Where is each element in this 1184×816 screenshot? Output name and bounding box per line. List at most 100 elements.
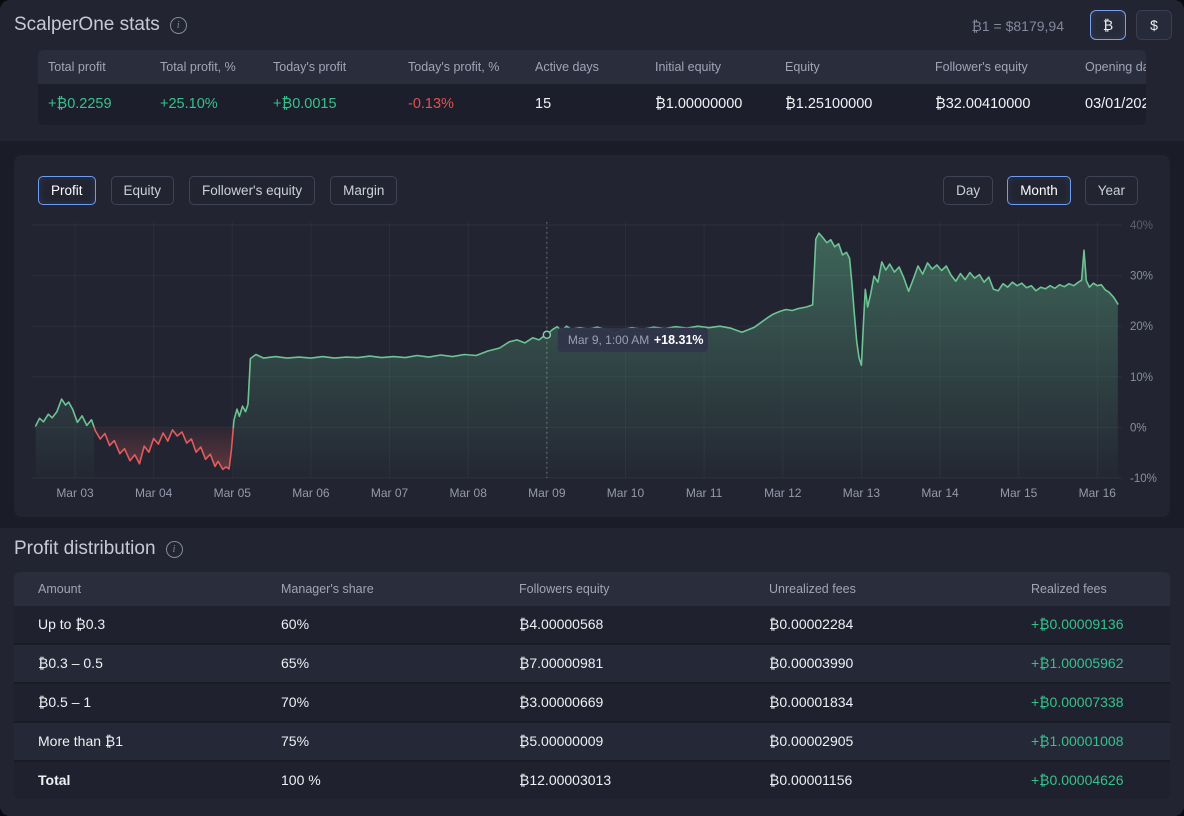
stats-table-header: Total profitTotal profit, % Today's profi… bbox=[38, 50, 1146, 84]
distribution-cell-realized: +₿0.00007338 bbox=[1031, 684, 1170, 721]
distribution-header-cell: Followers equity bbox=[519, 572, 769, 606]
distribution-header-cell: Realized fees bbox=[1031, 572, 1170, 606]
chart-tooltip: Mar 9, 1:00 AM+18.31% bbox=[558, 328, 708, 352]
distribution-row[interactable]: Up to ₿0.360%₿4.00000568₿0.00002284+₿0.0… bbox=[14, 606, 1170, 643]
svg-text:Mar 12: Mar 12 bbox=[764, 486, 802, 500]
distribution-cell-share: 65% bbox=[281, 645, 519, 682]
svg-text:30%: 30% bbox=[1130, 271, 1153, 283]
svg-text:Mar 10: Mar 10 bbox=[607, 486, 645, 500]
svg-text:Mar 14: Mar 14 bbox=[921, 486, 959, 500]
stats-table-values: +₿0.2259+25.10%+₿0.0015-0.13%15₿1.000000… bbox=[38, 84, 1146, 125]
tab-margin[interactable]: Margin bbox=[330, 176, 397, 205]
distribution-cell-followers: ₿5.00000009 bbox=[519, 723, 769, 760]
stats-header-cell: Total profit, % bbox=[150, 50, 263, 84]
distribution-cell-amount: Total bbox=[14, 762, 281, 799]
svg-text:40%: 40% bbox=[1130, 220, 1153, 232]
svg-text:Mar 09: Mar 09 bbox=[528, 486, 566, 500]
stats-value-cell: ₿32.00410000 bbox=[925, 84, 1075, 125]
svg-text:Mar 13: Mar 13 bbox=[843, 486, 881, 500]
svg-text:-10%: -10% bbox=[1130, 473, 1157, 485]
profit-chart-card: Profit Equity Follower's equity Margin Day M… bbox=[14, 155, 1170, 517]
svg-text:Mar 04: Mar 04 bbox=[135, 486, 173, 500]
distribution-cell-realized: +₿0.00009136 bbox=[1031, 606, 1170, 643]
svg-text:Mar 03: Mar 03 bbox=[56, 486, 94, 500]
distribution-title: Profit distribution bbox=[14, 538, 156, 560]
distribution-title-row: Profit distribution i bbox=[14, 538, 183, 560]
distribution-table-header: AmountManager's shareFollowers equityUnr… bbox=[14, 572, 1170, 606]
period-month[interactable]: Month bbox=[1007, 176, 1071, 205]
distribution-cell-unrealized: ₿0.00003990 bbox=[769, 645, 1031, 682]
distribution-cell-share: 70% bbox=[281, 684, 519, 721]
stats-header-cell: Total profit bbox=[38, 50, 150, 84]
distribution-cell-followers: ₿12.00003013 bbox=[519, 762, 769, 799]
svg-text:10%: 10% bbox=[1130, 372, 1153, 384]
tab-profit[interactable]: Profit bbox=[38, 176, 96, 205]
profit-line-chart[interactable]: 40% 30% 20% 10% 0% -10% Mar 03 Mar 04 Mar 05 Mar … bbox=[14, 210, 1170, 510]
stats-header-cell: Active days bbox=[525, 50, 645, 84]
page-title: ScalperOne stats bbox=[14, 14, 160, 36]
distribution-row[interactable]: Total100 %₿12.00003013₿0.00001156+₿0.000… bbox=[14, 760, 1170, 799]
distribution-cell-share: 100 % bbox=[281, 762, 519, 799]
stats-header-cell: Today's profit, % bbox=[398, 50, 525, 84]
svg-text:Mar 05: Mar 05 bbox=[214, 486, 252, 500]
page-title-row: ScalperOne stats i bbox=[14, 14, 187, 36]
distribution-cell-share: 60% bbox=[281, 606, 519, 643]
svg-text:20%: 20% bbox=[1130, 321, 1153, 333]
svg-text:Mar 11: Mar 11 bbox=[686, 486, 723, 500]
distribution-cell-unrealized: ₿0.00001156 bbox=[769, 762, 1031, 799]
distribution-cell-followers: ₿3.00000669 bbox=[519, 684, 769, 721]
info-icon[interactable]: i bbox=[166, 541, 183, 558]
distribution-cell-unrealized: ₿0.00001834 bbox=[769, 684, 1031, 721]
distribution-cell-unrealized: ₿0.00002284 bbox=[769, 606, 1031, 643]
distribution-cell-amount: ₿0.3 – 0.5 bbox=[14, 645, 281, 682]
distribution-cell-followers: ₿4.00000568 bbox=[519, 606, 769, 643]
stats-value-cell: ₿1.25100000 bbox=[775, 84, 925, 125]
scalperone-dashboard: ScalperOne stats i ₿1 = $8179,94 ₿ $ Tot… bbox=[0, 0, 1184, 816]
distribution-table-body: Up to ₿0.360%₿4.00000568₿0.00002284+₿0.0… bbox=[14, 606, 1170, 799]
stats-header-cell: Initial equity bbox=[645, 50, 775, 84]
svg-text:Mar 06: Mar 06 bbox=[292, 486, 330, 500]
exchange-rate-label: ₿1 = $8179,94 bbox=[972, 18, 1065, 34]
currency-btc-button[interactable]: ₿ bbox=[1090, 10, 1126, 40]
stats-value-cell: 15 bbox=[525, 84, 645, 125]
period-day[interactable]: Day bbox=[943, 176, 993, 205]
distribution-row[interactable]: ₿0.3 – 0.565%₿7.00000981₿0.00003990+₿1.0… bbox=[14, 643, 1170, 682]
svg-text:+18.31%: +18.31% bbox=[654, 333, 704, 347]
distribution-header-cell: Amount bbox=[14, 572, 281, 606]
stats-table: Total profitTotal profit, % Today's profi… bbox=[38, 50, 1146, 125]
stats-value-cell: +₿0.2259 bbox=[38, 84, 150, 125]
distribution-cell-realized: +₿1.00005962 bbox=[1031, 645, 1170, 682]
distribution-header-cell: Unrealized fees bbox=[769, 572, 1031, 606]
distribution-cell-amount: More than ₿1 bbox=[14, 723, 281, 760]
distribution-cell-share: 75% bbox=[281, 723, 519, 760]
tab-follower-s-equity[interactable]: Follower's equity bbox=[189, 176, 315, 205]
stats-value-cell: -0.13% bbox=[398, 84, 525, 125]
profit-distribution-card: Profit distribution i AmountManager's sh… bbox=[0, 528, 1184, 816]
svg-text:Mar 16: Mar 16 bbox=[1079, 486, 1117, 500]
stats-header-cell: Opening date bbox=[1075, 50, 1146, 84]
stats-card: ScalperOne stats i ₿1 = $8179,94 ₿ $ Tot… bbox=[0, 0, 1184, 141]
stats-value-cell: ₿1.00000000 bbox=[645, 84, 775, 125]
currency-usd-button[interactable]: $ bbox=[1136, 10, 1172, 40]
svg-text:0%: 0% bbox=[1130, 422, 1147, 434]
svg-text:Mar 15: Mar 15 bbox=[1000, 486, 1038, 500]
distribution-cell-realized: +₿1.00001008 bbox=[1031, 723, 1170, 760]
stats-value-cell: 03/01/2020 bbox=[1075, 84, 1146, 125]
svg-text:Mar 08: Mar 08 bbox=[450, 486, 488, 500]
stats-header-cell: Equity bbox=[775, 50, 925, 84]
distribution-row[interactable]: More than ₿175%₿5.00000009₿0.00002905+₿1… bbox=[14, 721, 1170, 760]
distribution-cell-unrealized: ₿0.00002905 bbox=[769, 723, 1031, 760]
stats-value-cell: +₿0.0015 bbox=[263, 84, 398, 125]
distribution-row[interactable]: ₿0.5 – 170%₿3.00000669₿0.00001834+₿0.000… bbox=[14, 682, 1170, 721]
stats-header-cell: Follower's equity bbox=[925, 50, 1075, 84]
tab-equity[interactable]: Equity bbox=[111, 176, 175, 205]
period-year[interactable]: Year bbox=[1085, 176, 1138, 205]
svg-text:Mar 07: Mar 07 bbox=[371, 486, 409, 500]
distribution-cell-realized: +₿0.00004626 bbox=[1031, 762, 1170, 799]
distribution-cell-followers: ₿7.00000981 bbox=[519, 645, 769, 682]
distribution-header-cell: Manager's share bbox=[281, 572, 519, 606]
chart-metric-tabs: Profit Equity Follower's equity Margin bbox=[38, 176, 397, 205]
info-icon[interactable]: i bbox=[170, 17, 187, 34]
distribution-cell-amount: Up to ₿0.3 bbox=[14, 606, 281, 643]
stats-value-cell: +25.10% bbox=[150, 84, 263, 125]
